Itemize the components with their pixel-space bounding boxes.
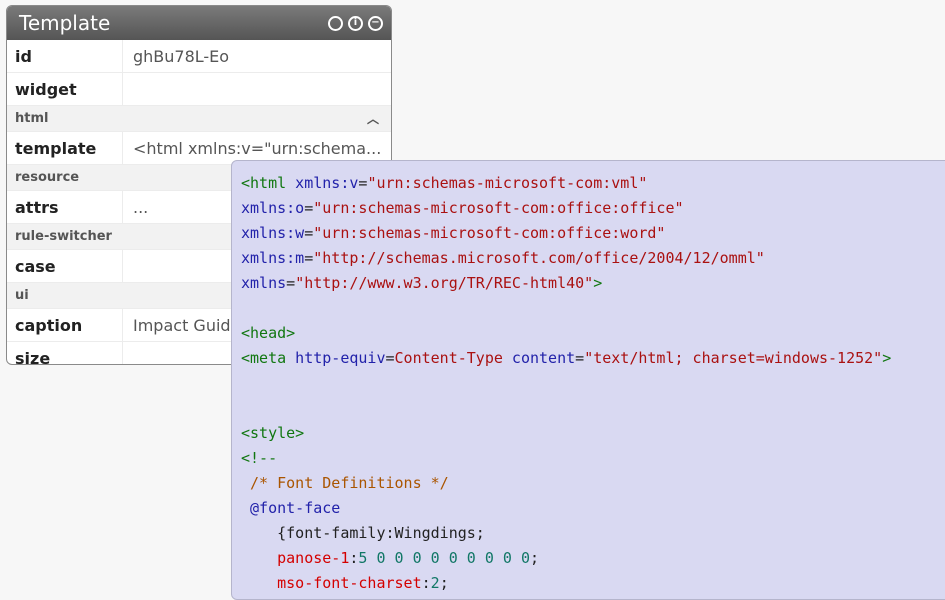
code-token: mso-font-charset bbox=[241, 574, 422, 592]
code-token: : bbox=[421, 574, 431, 592]
code-token: = bbox=[575, 349, 585, 367]
code-token: = bbox=[304, 249, 314, 267]
property-row-widget[interactable]: widget bbox=[7, 73, 391, 106]
property-key: attrs bbox=[7, 191, 123, 223]
property-key: template bbox=[7, 132, 123, 164]
code-token: xmlns:m bbox=[241, 249, 305, 267]
property-row-id[interactable]: id ghBu78L-Eo bbox=[7, 40, 391, 73]
template-code-tooltip: <html xmlns:v="urn:schemas-microsoft-com… bbox=[231, 160, 945, 600]
code-token: <html bbox=[241, 174, 287, 192]
minus-circle-icon[interactable]: − bbox=[368, 15, 383, 31]
code-token: xmlns:w bbox=[241, 224, 305, 242]
property-value[interactable]: ghBu78L-Eo bbox=[123, 47, 229, 66]
panel-titlebar: Template i − bbox=[7, 6, 391, 40]
code-token: = bbox=[385, 349, 395, 367]
code-line: xmlns="http://www.w3.org/TR/REC-html40"> bbox=[241, 271, 945, 296]
code-token: "urn:schemas-microsoft-com:vml" bbox=[367, 174, 648, 192]
code-token: "urn:schemas-microsoft-com:office:office… bbox=[313, 199, 684, 217]
section-label: rule-switcher bbox=[15, 229, 112, 244]
code-token: = bbox=[286, 274, 296, 292]
code-token: ; bbox=[530, 549, 540, 567]
code-token: > bbox=[882, 349, 892, 367]
property-value[interactable]: ... bbox=[123, 198, 148, 217]
property-value[interactable]: <html xmlns:v="urn:schema... bbox=[123, 139, 381, 158]
title-icons: i − bbox=[328, 15, 383, 31]
code-token: <meta bbox=[241, 349, 287, 367]
code-line: /* Font Definitions */ bbox=[241, 471, 945, 496]
code-token: xmlns bbox=[241, 274, 287, 292]
code-token: xmlns:v bbox=[286, 174, 359, 192]
info-icon[interactable]: i bbox=[348, 15, 363, 31]
code-line: xmlns:o="urn:schemas-microsoft-com:offic… bbox=[241, 196, 945, 221]
property-key: caption bbox=[7, 309, 123, 341]
code-token: content bbox=[502, 349, 576, 367]
code-line: @font-face bbox=[241, 496, 945, 521]
code-token: = bbox=[304, 199, 314, 217]
code-line: mso-font-charset:2; bbox=[241, 571, 945, 596]
panel-title: Template bbox=[19, 11, 111, 35]
code-line: xmlns:w="urn:schemas-microsoft-com:offic… bbox=[241, 221, 945, 246]
property-key: id bbox=[7, 40, 123, 72]
code-token: @font-face bbox=[241, 499, 341, 517]
code-token: = bbox=[304, 224, 314, 242]
code-token: "http://schemas.microsoft.com/office/200… bbox=[313, 249, 765, 267]
code-token: "http://www.w3.org/TR/REC-html40" bbox=[295, 274, 594, 292]
property-key: widget bbox=[7, 73, 123, 105]
code-token: xmlns:o bbox=[241, 199, 305, 217]
section-label: ui bbox=[15, 288, 29, 303]
code-line: panose-1:5 0 0 0 0 0 0 0 0 0; bbox=[241, 546, 945, 571]
chevron-up-icon[interactable]: ︿ bbox=[367, 110, 379, 127]
code-token: Content-Type bbox=[394, 349, 503, 367]
code-token: {font-family:Wingdings; bbox=[241, 524, 485, 542]
code-token: <style> bbox=[241, 424, 305, 442]
section-label: html bbox=[15, 111, 49, 126]
section-label: resource bbox=[15, 170, 80, 185]
property-key: size bbox=[7, 342, 123, 364]
code-token: ; bbox=[439, 574, 449, 592]
circle-icon[interactable] bbox=[328, 15, 343, 31]
code-line: <meta http-equiv=Content-Type content="t… bbox=[241, 346, 945, 371]
code-line: {font-family:Wingdings; bbox=[241, 521, 945, 546]
code-line: <style> bbox=[241, 421, 945, 446]
code-line: <!-- bbox=[241, 446, 945, 471]
code-line: xmlns:m="http://schemas.microsoft.com/of… bbox=[241, 246, 945, 271]
code-token: /* Font Definitions */ bbox=[241, 474, 449, 492]
code-token: panose-1 bbox=[241, 549, 350, 567]
code-line: <html xmlns:v="urn:schemas-microsoft-com… bbox=[241, 171, 945, 196]
code-line: <head> bbox=[241, 321, 945, 346]
code-token: 2 bbox=[430, 574, 440, 592]
code-token: "urn:schemas-microsoft-com:office:word" bbox=[313, 224, 666, 242]
code-token: <!-- bbox=[241, 449, 278, 467]
code-token: > bbox=[593, 274, 603, 292]
section-html[interactable]: html ︿ bbox=[7, 106, 391, 132]
code-token: 5 0 0 0 0 0 0 0 0 0 bbox=[358, 549, 530, 567]
property-key: case bbox=[7, 250, 123, 282]
code-token: <head> bbox=[241, 324, 296, 342]
code-token: http-equiv bbox=[286, 349, 386, 367]
property-value[interactable]: Impact Guida bbox=[123, 316, 240, 335]
code-token: "text/html; charset=windows-1252" bbox=[584, 349, 883, 367]
